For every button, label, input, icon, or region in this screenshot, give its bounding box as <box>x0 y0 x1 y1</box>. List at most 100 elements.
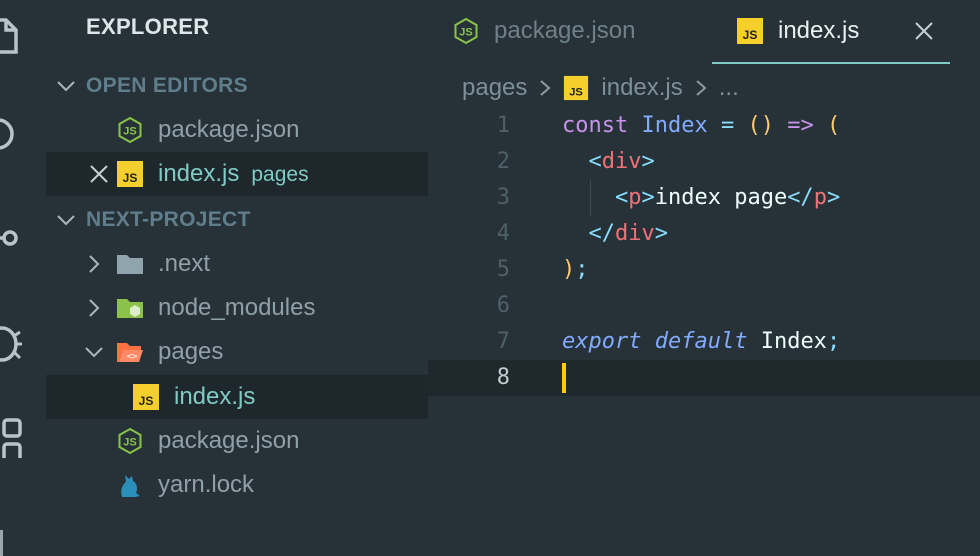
token-arrow: => <box>787 113 814 138</box>
activity-bar <box>0 0 46 556</box>
svg-text:JS: JS <box>123 437 136 449</box>
debug-icon[interactable] <box>0 320 24 364</box>
line-number: 5 <box>496 257 510 282</box>
line-number: 4 <box>496 221 510 246</box>
token-bracket: > <box>641 185 655 210</box>
folder-icon <box>116 250 144 278</box>
nodejs-icon: JS <box>116 427 144 455</box>
chevron-right-icon <box>691 78 711 98</box>
code-line: 4 </div> <box>428 216 980 252</box>
tab-index-js[interactable]: JS index.js <box>712 0 950 64</box>
text-cursor <box>562 363 566 393</box>
tree-item-label: pages <box>158 338 224 365</box>
sidebar-title: EXPLORER <box>86 14 210 39</box>
token-tag: div <box>615 221 655 246</box>
node-folder-icon <box>116 294 144 322</box>
tree-item-label: yarn.lock <box>158 471 255 498</box>
open-editor-item[interactable]: JS index.js pages <box>46 152 428 196</box>
tree-item-file[interactable]: JS index.js <box>46 375 428 419</box>
svg-text:JS: JS <box>743 28 758 42</box>
token-keyword: default <box>654 329 748 354</box>
js-file-icon: JS <box>132 383 160 411</box>
code-line: 2 <div> <box>428 144 980 180</box>
tree-item-folder[interactable]: node_modules <box>46 286 428 330</box>
svg-text:JS: JS <box>139 394 154 408</box>
close-icon[interactable] <box>912 19 936 43</box>
breadcrumb-more[interactable]: ... <box>719 74 739 102</box>
code-line: 1 const Index = () => ( <box>428 108 980 144</box>
nodejs-icon: JS <box>116 116 144 144</box>
code-text: <div> <box>562 144 655 180</box>
token-tag: p <box>813 185 827 210</box>
tree-item-label: index.js <box>174 383 256 410</box>
tab-label: package.json <box>494 17 636 44</box>
token-keyword: const <box>562 113 629 138</box>
token-paren: ( <box>826 113 841 138</box>
tree-item-folder[interactable]: .next <box>46 242 428 286</box>
breadcrumb-file[interactable]: index.js <box>601 74 682 102</box>
search-icon[interactable] <box>0 114 24 158</box>
open-editor-item[interactable]: JS package.json <box>46 108 428 152</box>
tree-item-file[interactable]: JS package.json <box>46 419 428 463</box>
token-paren: ) <box>562 257 576 282</box>
js-file-icon: JS <box>563 75 589 101</box>
tree-item-file[interactable]: yarn.lock <box>46 463 428 507</box>
code-line: 6 <box>428 288 980 324</box>
chevron-right-icon <box>82 296 106 320</box>
close-icon[interactable] <box>88 163 110 185</box>
nodejs-icon: JS <box>452 17 480 45</box>
tab-package-json[interactable]: JS package.json <box>452 0 635 62</box>
chevron-down-icon <box>54 74 78 98</box>
section-label: OPEN EDITORS <box>86 74 248 97</box>
code-text: <p>index page</p> <box>562 180 840 216</box>
token-bracket: > <box>641 149 655 174</box>
line-number: 3 <box>496 185 510 210</box>
chevron-right-icon <box>82 252 106 276</box>
section-open-editors[interactable]: OPEN EDITORS <box>46 64 428 108</box>
token-bracket: </ <box>588 221 616 246</box>
line-number: 2 <box>496 149 510 174</box>
svg-text:JS: JS <box>123 126 136 138</box>
activity-indicator <box>0 530 3 556</box>
token-bracket: > <box>826 185 841 210</box>
tree-item-folder[interactable]: <> pages <box>46 330 428 374</box>
line-number: 8 <box>496 365 510 390</box>
line-number: 6 <box>496 293 510 318</box>
breadcrumb-folder[interactable]: pages <box>462 74 527 102</box>
yarn-cat-icon <box>116 471 144 499</box>
chevron-down-icon <box>82 340 106 364</box>
token-name: Index <box>641 113 708 138</box>
token-keyword: export <box>562 329 642 354</box>
code-text: const Index = () => ( <box>562 108 840 144</box>
chevron-down-icon <box>54 208 78 232</box>
chevron-right-icon <box>535 78 555 98</box>
code-line: 5 ); <box>428 252 980 288</box>
explorer-sidebar: EXPLORER OPEN EDITORS JS package.json JS… <box>46 0 428 556</box>
code-line: 7 export default Index; <box>428 324 980 360</box>
section-project[interactable]: NEXT-PROJECT <box>46 198 428 242</box>
code-line-current: 8 <box>428 360 980 396</box>
js-file-icon: JS <box>736 17 764 45</box>
section-label: NEXT-PROJECT <box>86 208 251 231</box>
token-text: index page <box>654 185 788 210</box>
svg-text:JS: JS <box>570 86 584 98</box>
token-tag: div <box>601 149 642 174</box>
token-bracket: < <box>588 149 602 174</box>
source-control-icon[interactable] <box>0 214 24 258</box>
token-bracket: > <box>654 221 668 246</box>
token-semicolon: ; <box>575 257 589 282</box>
code-text: </div> <box>562 216 669 252</box>
tree-item-label: node_modules <box>158 294 316 321</box>
tree-item-label: .next <box>158 250 211 277</box>
file-name: index.js pages <box>158 160 309 188</box>
js-file-icon: JS <box>116 160 144 188</box>
files-icon[interactable] <box>0 14 24 58</box>
token-bracket: < <box>614 185 629 210</box>
tab-label: index.js <box>778 17 860 44</box>
svg-text:<>: <> <box>127 352 138 362</box>
folder-open-icon: <> <box>116 338 144 366</box>
token-tag: p <box>628 185 642 210</box>
file-name: package.json <box>158 116 300 143</box>
line-number: 7 <box>496 329 510 354</box>
extensions-icon[interactable] <box>0 414 24 458</box>
